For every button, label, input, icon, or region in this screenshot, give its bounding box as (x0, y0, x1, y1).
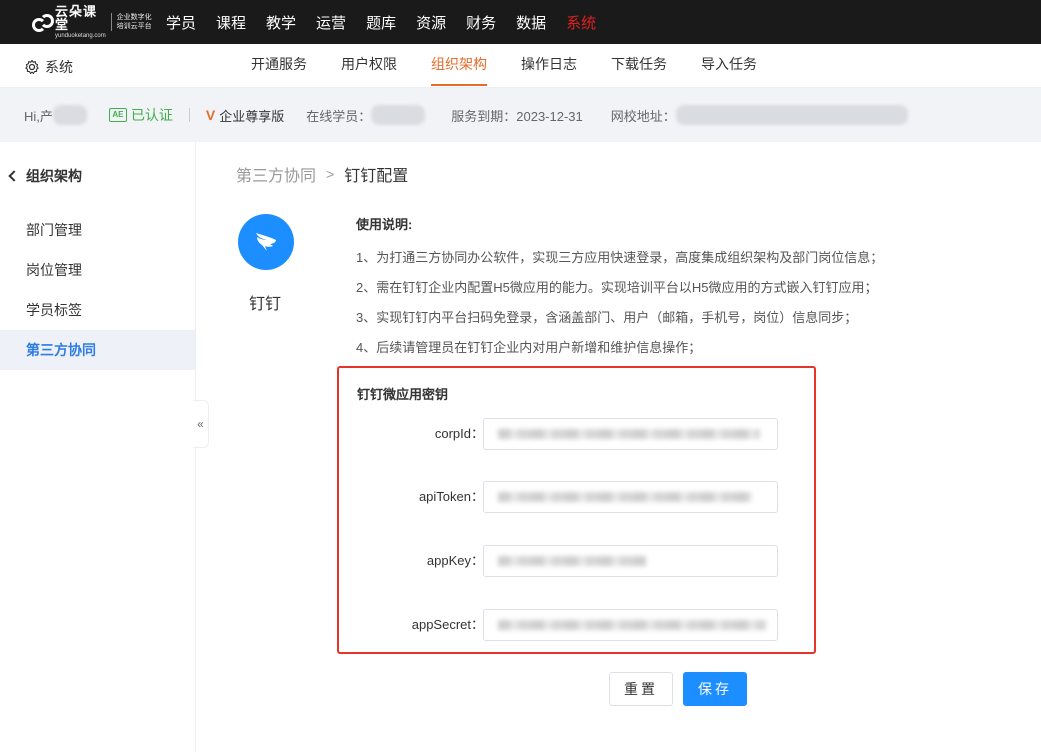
top-menu: 学员 课程 教学 运营 题库 资源 财务 数据 系统 (166, 12, 616, 33)
online-students-label: 在线学员： (306, 108, 372, 124)
key-section-title: 钉钉微应用密钥 (357, 387, 449, 402)
chevron-left-icon (8, 170, 20, 182)
tab-import-tasks[interactable]: 导入任务 (684, 44, 774, 88)
usage-line-3: 3、实现钉钉内平台扫码免登录，含涵盖部门、用户（邮箱，手机号，岗位）信息同步； (356, 310, 858, 325)
top-menu-students[interactable]: 学员 (166, 12, 196, 33)
divider (188, 108, 190, 122)
tab-open-service[interactable]: 开通服务 (234, 44, 324, 88)
greeting: Hi,产 (24, 105, 87, 125)
reset-button[interactable]: 重置 (609, 672, 673, 706)
dingtalk-logo-icon (238, 214, 294, 270)
school-address-label: 网校地址： (610, 108, 676, 124)
logo-divider (110, 13, 112, 31)
integration-name: 钉钉 (249, 296, 282, 313)
top-menu-operations[interactable]: 运营 (316, 12, 346, 33)
top-menu-courses[interactable]: 课程 (216, 12, 246, 33)
redacted-username (52, 105, 87, 125)
cloud-logo-icon (30, 12, 54, 32)
gear-icon (25, 59, 39, 74)
usage-title: 使用说明: (356, 217, 413, 232)
apitoken-row: apiToken： (339, 481, 818, 515)
appsecret-row: appSecret： (339, 609, 818, 643)
breadcrumb: 第三方协同 > 钉钉配置 (236, 162, 408, 186)
sub-tabs: 开通服务 用户权限 组织架构 操作日志 下载任务 导入任务 (234, 44, 774, 88)
top-menu-finance[interactable]: 财务 (466, 12, 496, 33)
app-key-section: 钉钉微应用密钥 corpId： ding apiToken： appKey： a… (337, 366, 816, 654)
appkey-value (498, 554, 646, 568)
corpid-value: ding (498, 427, 760, 441)
sidebar-collapse-button[interactable]: « (193, 400, 209, 448)
redacted-online-count (371, 105, 426, 125)
appkey-label: appKey： (426, 553, 484, 568)
top-menu-teaching[interactable]: 教学 (266, 12, 296, 33)
top-navigation-bar: 云朵课堂 yunduoketang.com 企业数字化培训云平台 学员 课程 教… (0, 0, 1041, 44)
sidebar-item-departments[interactable]: 部门管理 (0, 210, 195, 250)
top-menu-system[interactable]: 系统 (566, 12, 596, 33)
breadcrumb-separator: > (326, 166, 335, 182)
corpid-row: corpId： ding (339, 418, 818, 452)
account-info-bar: Hi,产 AE 已认证 V 企业尊享版 在线学员： 服务到期：2023-12-3… (0, 88, 1041, 142)
usage-line-4: 4、后续请管理员在钉钉企业内对用户新增和维护信息操作； (356, 340, 702, 355)
sidebar-item-third-party[interactable]: 第三方协同 (0, 330, 195, 370)
apitoken-input[interactable] (483, 481, 778, 513)
edition-mark-icon: V (205, 107, 216, 123)
app-logo[interactable]: 云朵课堂 yunduoketang.com 企业数字化培训云平台 (30, 4, 152, 39)
appsecret-value (498, 618, 766, 632)
verified-status: AE 已认证 (108, 105, 173, 125)
logo-main-text: 云朵课堂 (55, 4, 98, 32)
usage-instructions: 使用说明: 1、为打通三方协同办公软件，实现三方应用快速登录，高度集成组织架构及… (356, 214, 883, 363)
top-menu-data[interactable]: 数据 (516, 12, 546, 33)
breadcrumb-parent[interactable]: 第三方协同 (236, 162, 316, 186)
sub-navigation-bar: 系统 开通服务 用户权限 组织架构 操作日志 下载任务 导入任务 (0, 44, 1041, 88)
edition-label: 企业尊享版 (219, 108, 285, 124)
sidebar-item-student-tags[interactable]: 学员标签 (0, 290, 195, 330)
top-menu-question-bank[interactable]: 题库 (366, 12, 396, 33)
logo-sub-text: yunduoketang.com (55, 33, 106, 39)
sidebar: 组织架构 部门管理 岗位管理 学员标签 第三方协同 (0, 142, 196, 752)
corpid-input[interactable]: ding (483, 418, 778, 450)
certified-badge-icon: AE (108, 108, 127, 122)
usage-line-2: 2、需在钉钉企业内配置H5微应用的能力。实现培训平台以H5微应用的方式嵌入钉钉应… (356, 280, 878, 295)
online-students: 在线学员： (306, 105, 426, 125)
redacted-school-url (675, 105, 908, 125)
appsecret-input[interactable] (483, 609, 778, 641)
apitoken-label: apiToken： (418, 489, 484, 504)
save-button[interactable]: 保存 (683, 672, 747, 706)
apitoken-value (498, 490, 752, 504)
top-menu-resources[interactable]: 资源 (416, 12, 446, 33)
sidebar-back[interactable]: 组织架构 (8, 166, 82, 186)
section-title-label: 系统 (45, 59, 73, 75)
sidebar-item-positions[interactable]: 岗位管理 (0, 250, 195, 290)
usage-line-1: 1、为打通三方协同办公软件，实现三方应用快速登录，高度集成组织架构及部门岗位信息… (356, 250, 884, 265)
sidebar-title: 组织架构 (26, 168, 82, 184)
tab-download-tasks[interactable]: 下载任务 (594, 44, 684, 88)
appsecret-label: appSecret： (411, 617, 484, 632)
appkey-input[interactable] (483, 545, 778, 577)
logo-tagline: 企业数字化培训云平台 (116, 14, 152, 30)
tab-organization[interactable]: 组织架构 (414, 44, 504, 88)
school-address: 网校地址： (611, 105, 908, 125)
breadcrumb-current: 钉钉配置 (344, 168, 409, 185)
service-expiry: 服务到期：2023-12-31 (451, 108, 583, 124)
verified-label: 已认证 (130, 107, 173, 123)
tab-operation-log[interactable]: 操作日志 (504, 44, 594, 88)
tab-user-permissions[interactable]: 用户权限 (324, 44, 414, 88)
section-title: 系统 (24, 57, 73, 77)
edition-info: V 企业尊享版 (206, 106, 284, 125)
appkey-row: appKey： (339, 545, 818, 579)
greeting-text: Hi,产 (24, 108, 53, 124)
corpid-label: corpId： (434, 426, 484, 441)
